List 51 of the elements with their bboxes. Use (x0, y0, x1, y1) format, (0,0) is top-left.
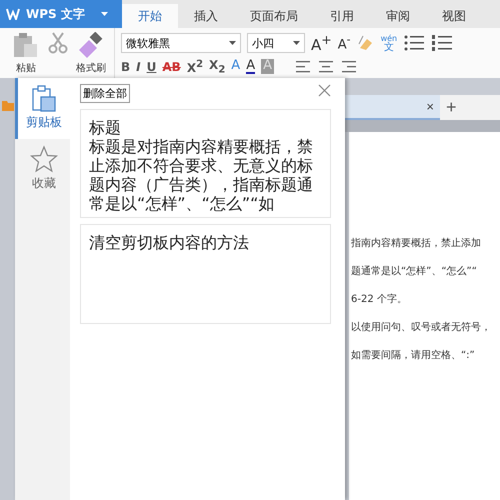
format-button[interactable]: AB (162, 60, 181, 74)
grow-font-button[interactable]: A$^{+}$ (311, 32, 332, 54)
clip-title: 标题 (89, 118, 122, 137)
caret-icon (229, 41, 236, 45)
ribbon-tab[interactable]: 开始 (122, 4, 178, 28)
logo-icon (6, 8, 20, 20)
format-button[interactable]: I (136, 60, 141, 74)
font-size-dropdown[interactable]: 小四 (247, 33, 305, 53)
document-text: 6-22 个字。 (350, 292, 408, 307)
clip-text: 标题是对指南内容精要概括，禁止添加不符合要求、无意义的标题内容（广告类），指南标题通常是以“怎样”、“怎么”“如 (89, 137, 314, 213)
ribbon-tab[interactable]: 页面布局 (234, 4, 314, 28)
ribbon-tab[interactable]: 插入 (178, 4, 234, 28)
font-name-dropdown[interactable]: 微软雅黑 (121, 33, 241, 53)
ribbon-tab[interactable]: 审阅 (370, 4, 426, 28)
clipboard-item[interactable]: 标题 标题是对指南内容精要概括，禁止添加不符合要求、无意义的标题内容（广告类），指南标题通常是以“怎样”、“怎么”“如 (80, 109, 331, 218)
delete-all-button[interactable]: 删除全部 (80, 84, 130, 103)
document-text: 以使用问句、叹号或者无符号， (350, 320, 492, 335)
new-tab-button[interactable]: + (440, 97, 463, 118)
star-icon (30, 145, 58, 173)
caret-icon (293, 41, 300, 45)
brush-icon[interactable] (77, 32, 105, 58)
font-color-button[interactable]: A (246, 59, 256, 74)
app-menu-button[interactable]: WPS 文字 (0, 0, 122, 28)
align-center-icon[interactable] (318, 60, 334, 73)
format-button[interactable]: X$_{2}$ (209, 58, 226, 76)
align-right-icon[interactable] (340, 60, 356, 73)
clipboard-icon (30, 84, 58, 112)
align-left-icon[interactable] (296, 60, 312, 73)
clip-text: 清空剪切板内容的方法 (89, 233, 250, 252)
bullet-list-icon[interactable] (403, 34, 426, 52)
font-color-button[interactable]: A (231, 59, 240, 74)
caret-icon (100, 12, 108, 16)
close-tab-button[interactable]: × (420, 99, 440, 114)
document-text: 指南内容精要概括，禁止添加 (350, 236, 482, 251)
ribbon-tab[interactable]: 视图 (426, 4, 482, 28)
clipboard-item[interactable]: 清空剪切板内容的方法 (80, 224, 331, 324)
numbered-list-icon[interactable] (431, 34, 454, 52)
phonetic-button[interactable]: wén 文 (380, 34, 398, 52)
format-painter-label[interactable]: 格式刷 (76, 61, 106, 75)
format-button[interactable]: X$^{2}$ (186, 58, 204, 75)
document-text: 如需要间隔，请用空格、“:” (350, 348, 476, 363)
ribbon-tab[interactable]: 引用 (314, 4, 370, 28)
shrink-font-button[interactable]: A$^{-}$ (338, 33, 351, 53)
clipboard-icon[interactable] (12, 32, 40, 58)
paste-label[interactable]: 粘贴 (16, 61, 36, 75)
close-icon[interactable] (318, 84, 331, 97)
panel-nav-item[interactable]: 收藏 (15, 139, 70, 200)
format-button[interactable]: U (146, 60, 156, 74)
format-button[interactable]: B (121, 60, 130, 74)
panel-nav-item[interactable]: 剪贴板 (15, 78, 70, 139)
document-text: 题通常是以“怎样”、“怎么”“ (350, 264, 478, 279)
